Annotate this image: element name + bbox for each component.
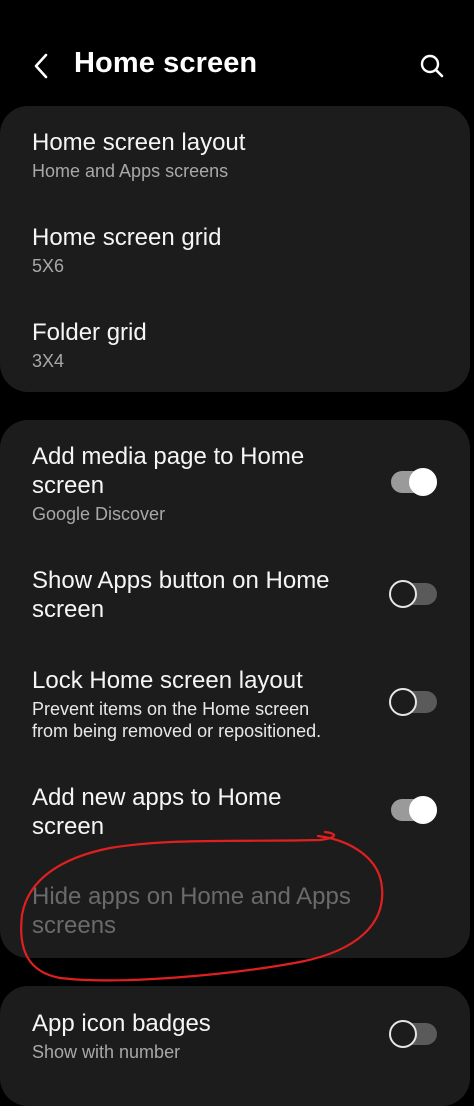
back-button[interactable] (22, 44, 62, 88)
item-description-line2: from being removed or repositioned. (32, 721, 322, 741)
chevron-left-icon (34, 53, 48, 79)
switch-knob (389, 1020, 417, 1048)
show-apps-button-switch[interactable] (389, 579, 439, 609)
item-title: Folder grid (32, 319, 147, 346)
add-media-page-switch[interactable] (389, 467, 439, 497)
settings-card-layout: Home screen layout Home and Apps screens… (0, 106, 470, 392)
switch-knob (389, 688, 417, 716)
item-title-line1: Hide apps on Home and Apps (32, 883, 351, 910)
lock-layout-switch[interactable] (389, 687, 439, 717)
item-title: Home screen grid (32, 224, 222, 251)
app-icon-badges-switch[interactable] (389, 1019, 439, 1049)
switch-knob (409, 468, 437, 496)
switch-knob (409, 796, 437, 824)
item-title-line2: screens (32, 912, 117, 939)
settings-card-options: Add media page to Home screen Google Dis… (0, 420, 470, 958)
item-subtitle: 3X4 (32, 351, 65, 371)
search-icon (420, 54, 444, 78)
page-title: Home screen (74, 47, 258, 79)
item-title: Home screen layout (32, 129, 246, 156)
top-app-bar: Home screen (0, 0, 474, 106)
item-subtitle: 5X6 (32, 256, 65, 276)
item-subtitle: Home and Apps screens (32, 161, 229, 181)
settings-card-badges: App icon badges Show with number (0, 986, 470, 1106)
folder-grid-item[interactable]: Folder grid 3X4 (32, 318, 470, 372)
item-subtitle: Google Discover (32, 504, 166, 524)
home-screen-layout-item[interactable]: Home screen layout Home and Apps screens (32, 128, 470, 182)
search-button[interactable] (410, 44, 454, 88)
home-screen-grid-item[interactable]: Home screen grid 5X6 (32, 223, 470, 277)
switch-knob (389, 580, 417, 608)
add-new-apps-switch[interactable] (389, 795, 439, 825)
hide-apps-item[interactable]: Hide apps on Home and Apps screens (32, 882, 470, 940)
